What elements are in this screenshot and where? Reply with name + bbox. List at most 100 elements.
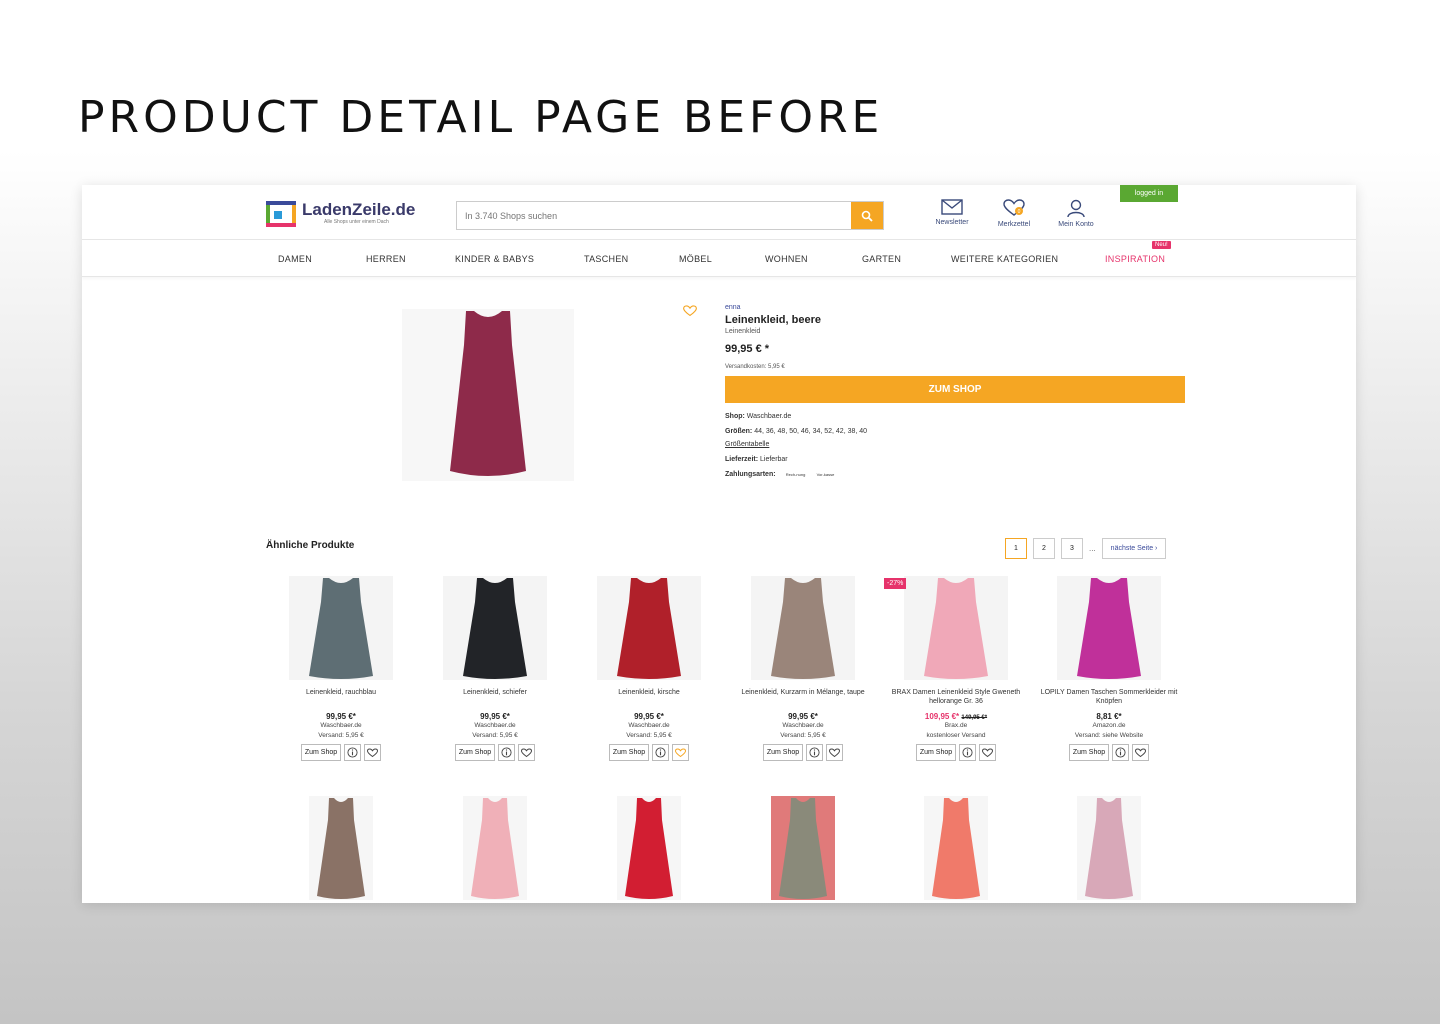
logo[interactable]: LadenZeile.de Alle Shops unter einem Dac…	[266, 201, 415, 227]
product-card[interactable]	[886, 796, 1026, 900]
payment-invoice: Rech-nung	[785, 471, 806, 477]
dress-image	[471, 798, 519, 899]
product-card[interactable]	[579, 796, 719, 900]
product-card[interactable]: Leinenkleid, schiefer 99,95 €* Waschbaer.d…	[425, 576, 565, 761]
info-button[interactable]	[498, 744, 516, 761]
favorite-button[interactable]	[364, 744, 382, 761]
product-thumbnail[interactable]	[1057, 576, 1161, 680]
product-card[interactable]: Leinenkleid, rauchblau 99,95 €* Waschbaer.…	[271, 576, 411, 761]
product-thumbnail[interactable]	[771, 796, 835, 900]
product-card[interactable]	[733, 796, 873, 900]
info-button[interactable]	[344, 744, 362, 761]
card-shop: Waschbaer.de	[474, 722, 516, 729]
card-name[interactable]: Leinenkleid, rauchblau	[271, 688, 411, 706]
card-name[interactable]: Leinenkleid, schiefer	[425, 688, 565, 706]
favorite-button[interactable]	[683, 304, 697, 322]
favorite-button[interactable]	[979, 744, 997, 761]
nav-item-moebel[interactable]: MÖBEL	[679, 254, 712, 264]
zum-shop-button[interactable]: Zum Shop	[300, 744, 342, 761]
nav-item-kinder[interactable]: KINDER & BABYS	[455, 254, 534, 264]
product-brand[interactable]: enna	[725, 304, 1185, 311]
card-name[interactable]: LOPILY Damen Taschen Sommerkleider mit K…	[1039, 688, 1179, 706]
search-button[interactable]	[851, 202, 883, 229]
product-thumbnail[interactable]	[597, 576, 701, 680]
zum-shop-button[interactable]: Zum Shop	[915, 744, 957, 761]
product-thumbnail[interactable]	[617, 796, 681, 900]
favorite-button[interactable]	[518, 744, 536, 761]
newsletter-link[interactable]: Newsletter	[922, 199, 982, 226]
svg-text:0: 0	[1018, 209, 1021, 215]
zum-shop-button[interactable]: Zum Shop	[1068, 744, 1110, 761]
product-card[interactable]: Leinenkleid, kirsche 99,95 €* Waschbaer.de…	[579, 576, 719, 761]
info-button[interactable]	[806, 744, 824, 761]
nav-item-garten[interactable]: GARTEN	[862, 254, 901, 264]
sale-badge: -27%	[884, 578, 907, 589]
card-shipping: Versand: 5,95 €	[626, 732, 672, 739]
delivery-value: Lieferbar	[760, 456, 788, 463]
zum-shop-button[interactable]: Zum Shop	[608, 744, 650, 761]
product-thumbnail[interactable]	[1077, 796, 1141, 900]
card-price-value: 99,95 €*	[634, 712, 664, 721]
product-card[interactable]: -27% BRAX Damen Leinenkleid Style Gweneth…	[884, 576, 1026, 761]
card-name[interactable]: Leinenkleid, kirsche	[579, 688, 719, 706]
card-shipping: kostenloser Versand	[926, 732, 986, 739]
card-name[interactable]: Leinenkleid, Kurzarm in Mélange, taupe	[733, 688, 873, 706]
payment-row: Zahlungsarten: Rech-nung Vor-kasse	[725, 471, 1185, 478]
favorite-button[interactable]	[826, 744, 844, 761]
info-button[interactable]	[1112, 744, 1130, 761]
product-thumbnail[interactable]	[463, 796, 527, 900]
product-thumbnail[interactable]	[289, 576, 393, 680]
account-link[interactable]: Mein Konto	[1046, 199, 1106, 228]
nav-item-taschen[interactable]: TASCHEN	[584, 254, 628, 264]
next-page-button[interactable]: nächste Seite ›	[1101, 538, 1167, 559]
envelope-icon	[941, 199, 963, 215]
product-thumbnail[interactable]	[751, 576, 855, 680]
logo-name: LadenZeile.de	[302, 200, 416, 219]
pagination: 1 2 3 ... nächste Seite ›	[1005, 538, 1167, 559]
shipping-cost: Versandkosten: 5,95 €	[725, 364, 785, 370]
card-shop: Waschbaer.de	[320, 722, 362, 729]
favorite-button[interactable]	[1132, 744, 1150, 761]
size-chart-link[interactable]: Größentabelle	[725, 441, 1185, 448]
nav-item-herren[interactable]: HERREN	[366, 254, 406, 264]
page-1[interactable]: 1	[1005, 538, 1027, 559]
product-thumbnail[interactable]	[309, 796, 373, 900]
logo-tagline: Alle Shops unter einem Dach	[324, 219, 389, 225]
page-3[interactable]: 3	[1061, 538, 1083, 559]
page-ellipsis: ...	[1089, 544, 1096, 553]
merkzettel-label: Merkzettel	[997, 221, 1031, 228]
card-shipping: Versand: 5,95 €	[318, 732, 364, 739]
merkzettel-link[interactable]: 0 Merkzettel	[984, 199, 1044, 228]
nav-item-damen[interactable]: DAMEN	[278, 254, 312, 264]
product-card[interactable]	[425, 796, 565, 900]
product-card[interactable]: LOPILY Damen Taschen Sommerkleider mit K…	[1039, 576, 1179, 761]
dress-image	[932, 798, 980, 899]
nav-item-inspiration[interactable]: INSPIRATION	[1105, 254, 1165, 264]
card-shop: Brax.de	[944, 722, 968, 729]
product-card[interactable]: Leinenkleid, Kurzarm in Mélange, taupe 99…	[733, 576, 873, 761]
product-thumbnail[interactable]	[924, 796, 988, 900]
info-icon	[655, 747, 666, 758]
info-button[interactable]	[652, 744, 670, 761]
nav-item-weitere[interactable]: WEITERE KATEGORIEN	[951, 254, 1058, 264]
product-title: Leinenkleid, beere	[725, 314, 821, 326]
zum-shop-button[interactable]: Zum Shop	[762, 744, 804, 761]
product-thumbnail[interactable]	[443, 576, 547, 680]
product-price: 99,95 € *	[725, 343, 770, 355]
product-card[interactable]	[1039, 796, 1179, 900]
nav-item-wohnen[interactable]: WOHNEN	[765, 254, 808, 264]
page-2[interactable]: 2	[1033, 538, 1055, 559]
zum-shop-button[interactable]: Zum Shop	[454, 744, 496, 761]
account-label: Mein Konto	[1058, 221, 1094, 228]
card-name[interactable]: BRAX Damen Leinenkleid Style Gweneth hel…	[886, 688, 1026, 706]
product-card[interactable]	[271, 796, 411, 900]
favorite-button[interactable]	[672, 744, 690, 761]
info-button[interactable]	[959, 744, 977, 761]
product-thumbnail[interactable]: -27%	[884, 576, 1008, 680]
zum-shop-button[interactable]: ZUM SHOP	[725, 376, 1185, 403]
heart-icon	[367, 747, 379, 757]
search-input[interactable]	[457, 202, 851, 229]
product-image[interactable]	[402, 309, 574, 481]
payment-prepay: Vor-kasse	[816, 471, 835, 477]
card-price: 99,95 €*	[425, 712, 565, 721]
